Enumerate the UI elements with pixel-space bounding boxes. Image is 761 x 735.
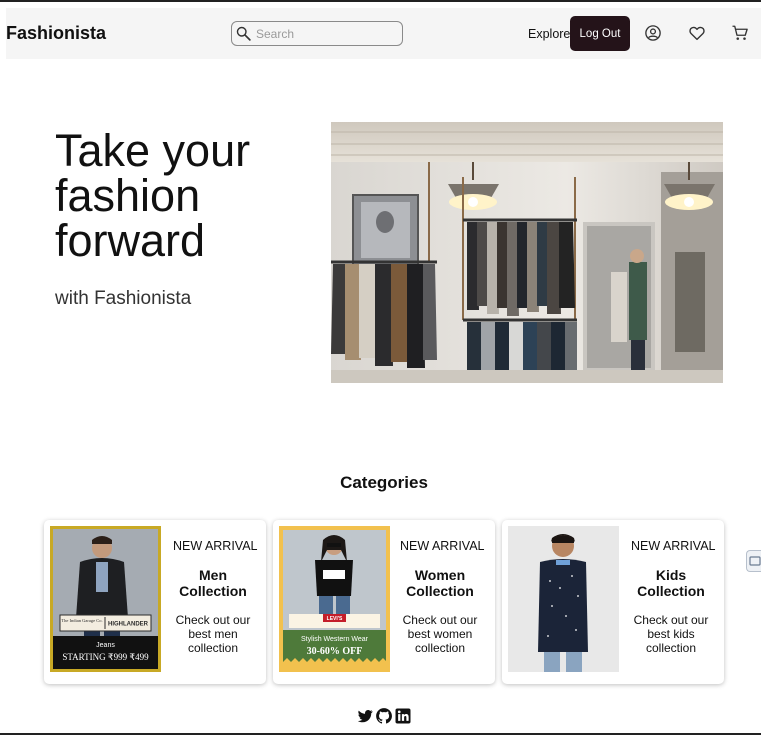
top-border — [0, 0, 761, 2]
twitter-icon[interactable] — [356, 707, 374, 725]
kids-collection-name: Kids Collection — [637, 567, 705, 599]
categories-title: Categories — [340, 473, 428, 492]
kids-collection-image — [508, 526, 619, 672]
men-banner-line1: Jeans — [96, 642, 115, 649]
heart-icon[interactable] — [688, 24, 706, 42]
hero-subtitle: with Fashionista — [55, 288, 192, 309]
account-icon[interactable] — [644, 24, 662, 42]
chat-icon — [749, 556, 761, 566]
navbar: Fashionista Explore Log Out — [6, 8, 761, 59]
men-collection-description: Check out our best men collection — [175, 613, 251, 655]
women-collection-description: Check out our best women collection — [402, 613, 478, 655]
cart-icon[interactable] — [731, 24, 749, 42]
men-banner-line2: STARTING ₹999 ₹499 — [62, 652, 149, 662]
men-collection-name: Men Collection — [179, 567, 247, 599]
hero-store-image — [331, 122, 723, 383]
women-banner-line2: 30-60% OFF — [307, 646, 363, 657]
logout-button[interactable]: Log Out — [570, 16, 630, 51]
search-input[interactable] — [256, 25, 396, 42]
men-collection-image: The Indian Garage Co. HIGHLANDER Jeans S… — [50, 526, 161, 672]
men-banner-brand-left: The Indian Garage Co. — [61, 618, 102, 623]
kids-collection-description: Check out our best kids collection — [633, 613, 709, 655]
category-card-women[interactable]: LEVI'S Stylish Western Wear 30-60% OFF N… — [273, 520, 495, 684]
explore-link[interactable]: Explore — [528, 27, 570, 41]
brand-logo[interactable]: Fashionista — [6, 23, 106, 44]
kids-new-arrival-tag: NEW ARRIVAL — [631, 539, 716, 553]
hero-title: Take your fashion forward — [55, 125, 251, 266]
category-card-men[interactable]: The Indian Garage Co. HIGHLANDER Jeans S… — [44, 520, 266, 684]
linkedin-icon[interactable] — [394, 707, 412, 725]
men-new-arrival-tag: NEW ARRIVAL — [173, 539, 258, 553]
women-banner-brand: LEVI'S — [327, 616, 343, 622]
women-collection-name: Women Collection — [406, 567, 474, 599]
category-card-kids[interactable]: NEW ARRIVAL Kids Collection Check out ou… — [502, 520, 724, 684]
women-banner-line1: Stylish Western Wear — [301, 636, 369, 643]
github-icon[interactable] — [375, 707, 393, 725]
search-bar[interactable] — [231, 21, 403, 46]
women-new-arrival-tag: NEW ARRIVAL — [400, 539, 485, 553]
side-feedback-tab[interactable] — [746, 550, 761, 572]
women-collection-image: LEVI'S Stylish Western Wear 30-60% OFF — [279, 526, 390, 672]
men-banner-brand-right: HIGHLANDER — [108, 622, 149, 628]
search-icon[interactable] — [235, 25, 252, 42]
social-links — [356, 707, 412, 725]
